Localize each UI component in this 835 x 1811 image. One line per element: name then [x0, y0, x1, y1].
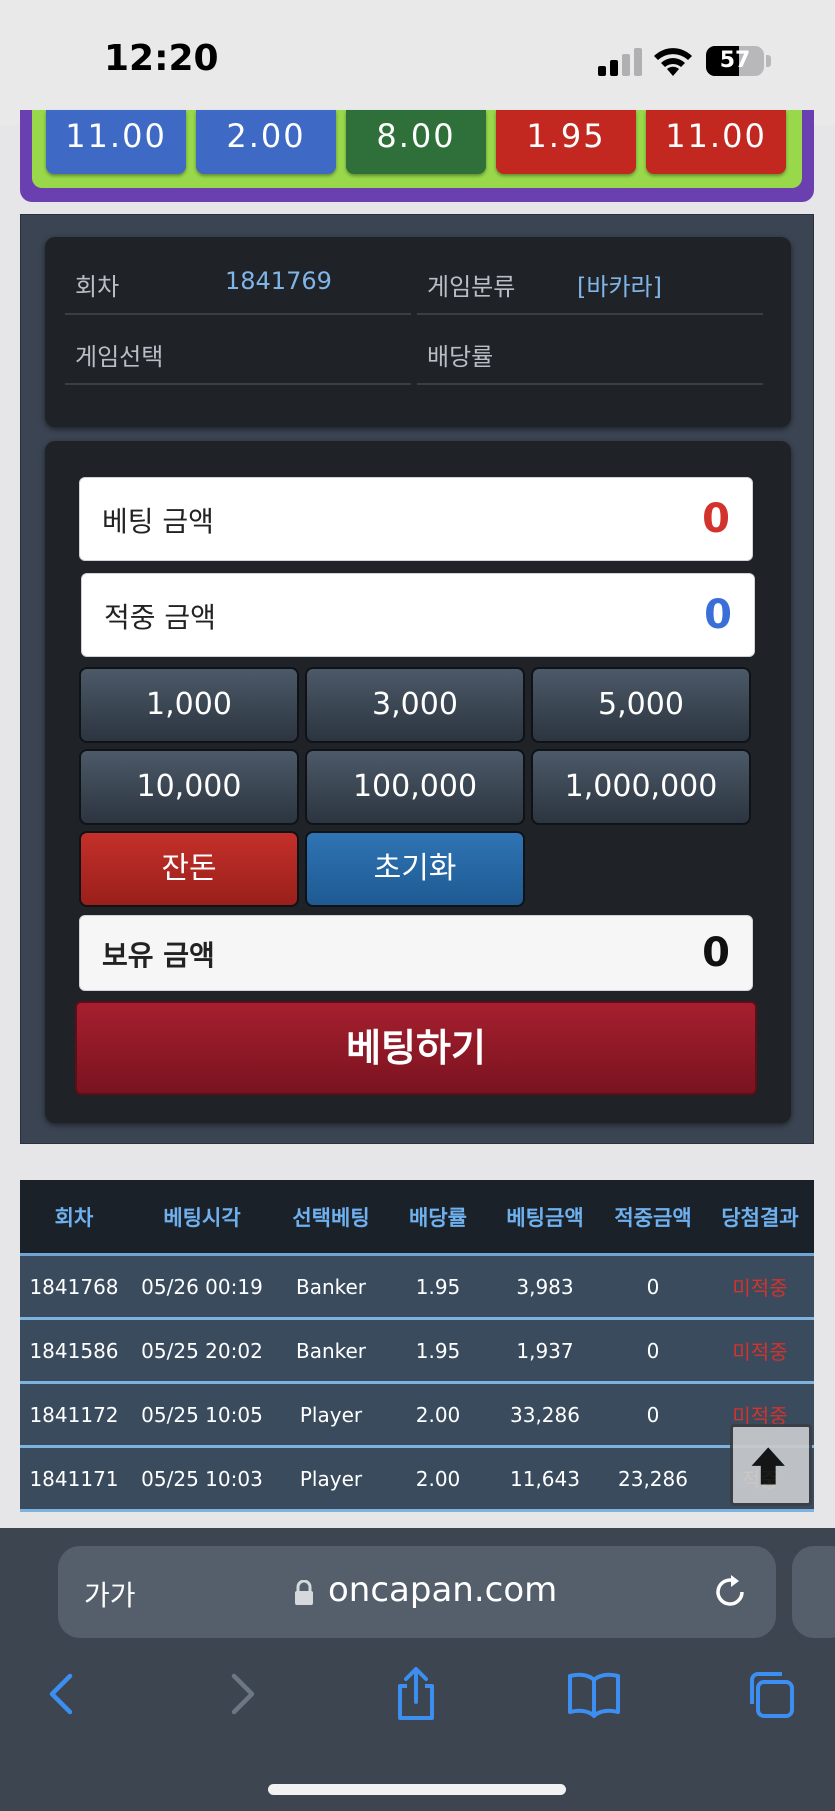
cell-odds: 2.00	[415, 1466, 461, 1491]
cell-selection: Banker	[295, 1338, 367, 1363]
header-bet-time: 베팅시각	[163, 1205, 241, 1230]
wifi-icon	[654, 48, 692, 76]
cell-odds: 2.00	[415, 1402, 461, 1427]
chip-5000-button[interactable]: 5,000	[531, 667, 751, 743]
odd-button-5[interactable]: 11.00	[646, 110, 786, 174]
cell-bet-amount: 1,937	[516, 1338, 574, 1363]
header-bet-amount: 베팅금액	[506, 1205, 584, 1230]
next-tab-preview[interactable]	[792, 1546, 835, 1638]
place-bet-button[interactable]: 베팅하기	[75, 1001, 757, 1095]
category-label: 게임분류	[427, 273, 516, 301]
balance-field: 보유 금액 0	[79, 915, 753, 991]
win-amount-field: 적중 금액 0	[81, 573, 755, 657]
home-indicator	[268, 1784, 566, 1795]
cell-bet-time: 05/25 10:05	[141, 1402, 263, 1427]
status-time: 12:20	[104, 38, 219, 79]
cell-result: 미적중	[732, 1276, 788, 1300]
selection-label: 게임선택	[75, 343, 164, 371]
bet-amount-value: 0	[702, 496, 730, 542]
cell-win-amount: 0	[646, 1402, 660, 1427]
cell-selection: Banker	[295, 1274, 367, 1299]
bet-amount-field: 베팅 금액 0	[79, 477, 753, 561]
cell-round: 1841172	[29, 1402, 119, 1427]
lock-icon	[295, 1580, 313, 1605]
browser-toolbar: 가가 oncapan.com	[0, 1528, 835, 1811]
odd-button-4[interactable]: 1.95	[496, 110, 636, 174]
betting-panel: 회차 1841769 게임분류 [바카라] 게임선택 배당률 베팅 금액 0 적…	[20, 214, 814, 1144]
odd-button-3[interactable]: 8.00	[346, 110, 486, 174]
chip-10000-button[interactable]: 10,000	[79, 749, 299, 825]
url-text: oncapan.com	[328, 1570, 558, 1610]
cell-result: 미적중	[732, 1340, 788, 1364]
odds-frame: 11.00 2.00 8.00 1.95 11.00	[20, 110, 814, 202]
bet-info-box: 회차 1841769 게임분류 [바카라] 게임선택 배당률	[45, 237, 791, 427]
bookmarks-icon[interactable]	[566, 1666, 622, 1722]
chip-3000-button[interactable]: 3,000	[305, 667, 525, 743]
cell-win-amount: 23,286	[618, 1466, 688, 1491]
header-win-amount: 적중금액	[614, 1205, 692, 1230]
odd-button-2[interactable]: 2.00	[196, 110, 336, 174]
table-row[interactable]: 1841586 05/25 20:02 Banker 1.95 1,937 0 …	[20, 1320, 814, 1384]
cell-selection: Player	[299, 1402, 363, 1427]
odds-label: 배당률	[427, 343, 494, 371]
reload-icon[interactable]	[710, 1572, 750, 1612]
odds-row: 11.00 2.00 8.00 1.95 11.00	[32, 110, 802, 188]
selection-cell: 게임선택	[65, 317, 411, 385]
balance-value: 0	[702, 930, 730, 976]
cell-bet-time: 05/25 20:02	[141, 1338, 263, 1363]
forward-icon[interactable]	[214, 1666, 270, 1722]
cell-selection: Player	[299, 1466, 363, 1491]
scroll-to-top-button[interactable]	[730, 1424, 812, 1506]
back-icon[interactable]	[34, 1666, 90, 1722]
cell-win-amount: 0	[646, 1338, 660, 1363]
header-odds: 배당률	[409, 1205, 467, 1230]
balance-label: 보유 금액	[102, 939, 215, 972]
battery-icon: 57	[706, 46, 764, 76]
header-selection: 선택베팅	[292, 1205, 370, 1230]
battery-label: 57	[719, 48, 751, 73]
round-value: 1841769	[225, 267, 332, 295]
chip-1000-button[interactable]: 1,000	[79, 667, 299, 743]
round-label: 회차	[75, 273, 120, 301]
cell-odds: 1.95	[415, 1338, 461, 1363]
bet-history-table: 회차 베팅시각 선택베팅 배당률 베팅금액 적중금액 당첨결과 1841768 …	[20, 1180, 814, 1512]
reset-button[interactable]: 초기화	[305, 831, 525, 907]
share-icon[interactable]	[388, 1666, 444, 1722]
text-size-button[interactable]: 가가	[84, 1574, 136, 1614]
table-row[interactable]: 1841768 05/26 00:19 Banker 1.95 3,983 0 …	[20, 1256, 814, 1320]
tabs-icon[interactable]	[744, 1666, 800, 1722]
header-round: 회차	[54, 1205, 94, 1230]
battery-tip	[766, 55, 771, 67]
win-amount-label: 적중 금액	[104, 601, 216, 634]
cell-bet-amount: 33,286	[510, 1402, 580, 1427]
cellular-signal-icon	[598, 46, 642, 76]
cell-bet-amount: 11,643	[510, 1466, 580, 1491]
address-bar[interactable]: 가가 oncapan.com	[58, 1546, 776, 1638]
category-cell: 게임분류 [바카라]	[417, 247, 763, 315]
category-value: [바카라]	[577, 273, 662, 301]
cell-bet-amount: 3,983	[516, 1274, 574, 1299]
round-cell: 회차 1841769	[65, 247, 411, 315]
cell-odds: 1.95	[415, 1274, 461, 1299]
arrow-up-icon	[751, 1447, 785, 1485]
change-button[interactable]: 잔돈	[79, 831, 299, 907]
odds-cell: 배당률	[417, 317, 763, 385]
cell-win-amount: 0	[646, 1274, 660, 1299]
cell-bet-time: 05/26 00:19	[141, 1274, 263, 1299]
table-row[interactable]: 1841172 05/25 10:05 Player 2.00 33,286 0…	[20, 1384, 814, 1448]
cell-round: 1841171	[29, 1466, 119, 1491]
header-result: 당첨결과	[721, 1205, 799, 1230]
cell-bet-time: 05/25 10:03	[141, 1466, 263, 1491]
win-amount-value: 0	[704, 592, 732, 638]
table-row[interactable]: 1841171 05/25 10:03 Player 2.00 11,643 2…	[20, 1448, 814, 1512]
chip-1000000-button[interactable]: 1,000,000	[531, 749, 751, 825]
bet-form: 베팅 금액 0 적중 금액 0 1,000 3,000 5,000 10,000…	[45, 441, 791, 1123]
cell-round: 1841586	[29, 1338, 119, 1363]
bet-amount-label: 베팅 금액	[102, 505, 214, 538]
status-bar: 12:20 57	[0, 0, 835, 125]
table-header: 회차 베팅시각 선택베팅 배당률 베팅금액 적중금액 당첨결과	[20, 1180, 814, 1256]
odd-button-1[interactable]: 11.00	[46, 110, 186, 174]
cell-round: 1841768	[29, 1274, 119, 1299]
chip-100000-button[interactable]: 100,000	[305, 749, 525, 825]
